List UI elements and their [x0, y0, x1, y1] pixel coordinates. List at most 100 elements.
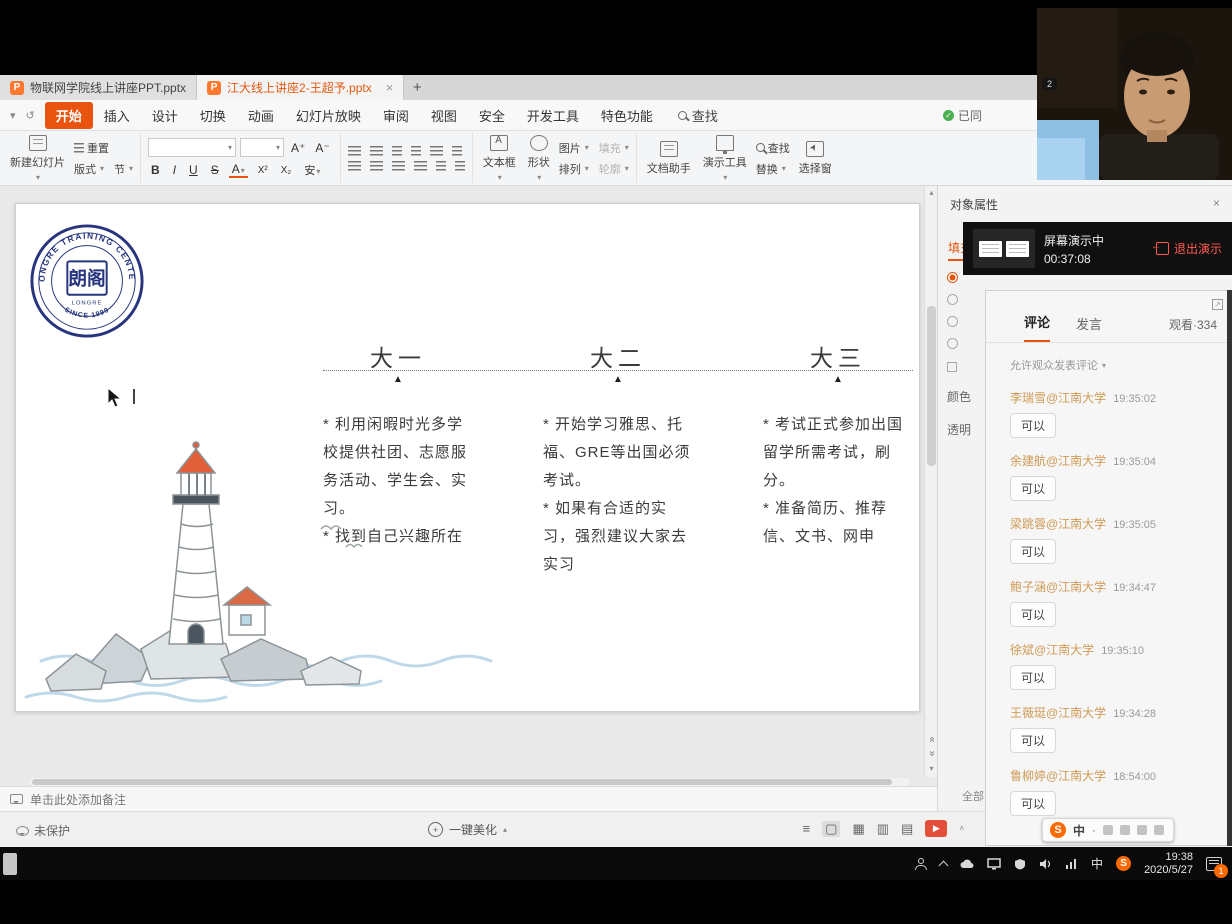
- font-size-combo[interactable]: [240, 138, 284, 157]
- popout-icon[interactable]: ↗: [1212, 299, 1223, 310]
- italic-button[interactable]: I: [170, 163, 179, 177]
- document-tab-active[interactable]: P 江大线上讲座2-王超予.pptx ×: [197, 75, 404, 100]
- chat-user-name[interactable]: 余建航@江南大学: [1010, 452, 1106, 469]
- replace-button[interactable]: 替换: [756, 161, 786, 177]
- shrink-font-button[interactable]: A⁻: [312, 141, 332, 155]
- mic-icon[interactable]: [1120, 825, 1130, 835]
- menu-item[interactable]: 视图: [420, 102, 468, 129]
- decrease-indent-icon[interactable]: [392, 146, 402, 156]
- ime-mode-label[interactable]: 中: [1073, 822, 1085, 839]
- close-panel-icon[interactable]: ×: [1213, 196, 1220, 213]
- tab-comments[interactable]: 评论: [1024, 312, 1050, 342]
- close-tab-icon[interactable]: ×: [386, 80, 394, 95]
- people-icon[interactable]: [915, 858, 927, 870]
- menu-item[interactable]: 审阅: [372, 102, 420, 129]
- exit-presentation-button[interactable]: 退出演示: [1156, 240, 1222, 257]
- collapse-icon[interactable]: ˄: [959, 824, 964, 833]
- fill-option-radio[interactable]: [947, 316, 958, 327]
- protect-status[interactable]: 未保护: [16, 822, 70, 839]
- chat-user-name[interactable]: 鲍子涵@江南大学: [1010, 578, 1106, 595]
- textbox-button[interactable]: 文本框: [480, 133, 519, 184]
- scrollbar-thumb[interactable]: [32, 779, 892, 785]
- chat-user-name[interactable]: 王薇珽@江南大学: [1010, 704, 1106, 721]
- columns-icon[interactable]: [436, 161, 446, 171]
- chat-user-name[interactable]: 徐斌@江南大学: [1010, 641, 1094, 658]
- chat-user-name[interactable]: 李瑞雪@江南大学: [1010, 389, 1106, 406]
- hidden-icons-chevron[interactable]: [939, 860, 949, 870]
- menu-item[interactable]: 幻灯片放映: [285, 102, 372, 129]
- menu-item[interactable]: 动画: [237, 102, 285, 129]
- comment-permission-dropdown[interactable]: 允许观众发表评论 ▾: [986, 343, 1231, 373]
- cloud-icon[interactable]: [960, 858, 974, 870]
- grow-font-button[interactable]: A⁺: [288, 141, 308, 155]
- align-left-icon[interactable]: [348, 161, 361, 171]
- ime-punctuation-label[interactable]: ·: [1092, 823, 1096, 837]
- section-button[interactable]: 节: [114, 161, 133, 177]
- menu-item[interactable]: 安全: [468, 102, 516, 129]
- slide-sorter-icon[interactable]: ▦: [852, 821, 864, 837]
- emoji-icon[interactable]: [1103, 825, 1113, 835]
- doc-assistant-button[interactable]: 文档助手: [644, 139, 694, 178]
- find-button[interactable]: 查找: [756, 140, 790, 156]
- fill-option-radio-selected[interactable]: [947, 272, 958, 283]
- menu-find[interactable]: 查找: [678, 106, 718, 125]
- taskbar-app-icon[interactable]: [3, 853, 17, 875]
- one-click-beautify-button[interactable]: + 一键美化 ▴: [428, 821, 507, 838]
- menu-item[interactable]: 特色功能: [590, 102, 664, 129]
- slideshow-play-button[interactable]: ▶: [925, 820, 947, 837]
- increase-indent-icon[interactable]: [411, 146, 421, 156]
- chat-user-name[interactable]: 梁跳蓉@江南大学: [1010, 515, 1106, 532]
- reset-button[interactable]: 重置: [74, 140, 109, 156]
- sogou-ime-icon[interactable]: S: [1116, 856, 1131, 871]
- network-icon[interactable]: [1065, 858, 1078, 869]
- align-objects-icon[interactable]: [455, 161, 465, 171]
- phonetic-button[interactable]: 安: [301, 162, 323, 178]
- bold-button[interactable]: B: [148, 163, 163, 177]
- menu-item[interactable]: 开发工具: [516, 102, 590, 129]
- font-color-button[interactable]: A: [229, 162, 248, 178]
- notes-toggle-icon[interactable]: ≡: [803, 821, 811, 836]
- taskbar-clock[interactable]: 19:38 2020/5/27: [1144, 851, 1193, 877]
- subscript-button[interactable]: X₂: [278, 165, 295, 176]
- selection-pane-button[interactable]: 选择窗: [796, 139, 835, 178]
- timeline-column[interactable]: 大二 ▲ * 开始学习雅思、托福、GRE等出国必须考试。 * 如果有合适的实习，…: [543, 339, 693, 579]
- slide[interactable]: LONGRE TRAINING CENTER · SINCE 1999 · 朗阁…: [15, 203, 920, 712]
- menu-item[interactable]: 插入: [93, 102, 141, 129]
- vertical-scrollbar[interactable]: ▴ « « ▾: [924, 186, 937, 777]
- wps-menu-chevron-icon[interactable]: ▾: [10, 109, 16, 122]
- horizontal-scrollbar[interactable]: [30, 778, 910, 786]
- present-tools-button[interactable]: 演示工具: [700, 133, 750, 184]
- fill-button[interactable]: 填充: [599, 140, 629, 156]
- menu-item[interactable]: 开始: [45, 102, 93, 129]
- display-icon[interactable]: [987, 858, 1001, 870]
- notes-bar[interactable]: 单击此处添加备注: [0, 786, 937, 811]
- outline-view-icon[interactable]: ▤: [901, 821, 913, 837]
- superscript-button[interactable]: X²: [255, 165, 271, 176]
- align-right-icon[interactable]: [392, 161, 405, 171]
- tab-speak[interactable]: 发言: [1076, 314, 1102, 342]
- line-spacing-icon[interactable]: [452, 146, 462, 156]
- menu-item[interactable]: 切换: [189, 102, 237, 129]
- chat-user-name[interactable]: 鲁柳婷@江南大学: [1010, 767, 1106, 784]
- scrollbar-thumb[interactable]: [927, 306, 936, 466]
- undo-redo-icon[interactable]: ↺: [26, 109, 35, 122]
- justify-icon[interactable]: [414, 161, 427, 171]
- strikethrough-button[interactable]: S: [208, 163, 222, 177]
- security-icon[interactable]: [1014, 858, 1026, 870]
- fill-option-radio[interactable]: [947, 294, 958, 305]
- toolbox-icon[interactable]: [1154, 825, 1164, 835]
- new-slide-button[interactable]: 新建幻灯片: [7, 133, 68, 184]
- outline-button[interactable]: 轮廓: [599, 161, 629, 177]
- volume-icon[interactable]: [1039, 858, 1052, 870]
- layout-button[interactable]: 版式: [74, 161, 104, 177]
- align-center-icon[interactable]: [370, 161, 383, 171]
- fill-option-radio[interactable]: [947, 338, 958, 349]
- ime-language-indicator[interactable]: 中: [1091, 855, 1103, 872]
- soft-keyboard-icon[interactable]: [1137, 825, 1147, 835]
- bullets-icon[interactable]: [348, 146, 361, 156]
- all-filter-label[interactable]: 全部: [962, 788, 984, 804]
- numbering-icon[interactable]: [370, 146, 383, 156]
- reading-view-icon[interactable]: ▥: [877, 821, 889, 837]
- new-tab-button[interactable]: +: [404, 75, 430, 100]
- sogou-logo-icon[interactable]: S: [1050, 822, 1066, 838]
